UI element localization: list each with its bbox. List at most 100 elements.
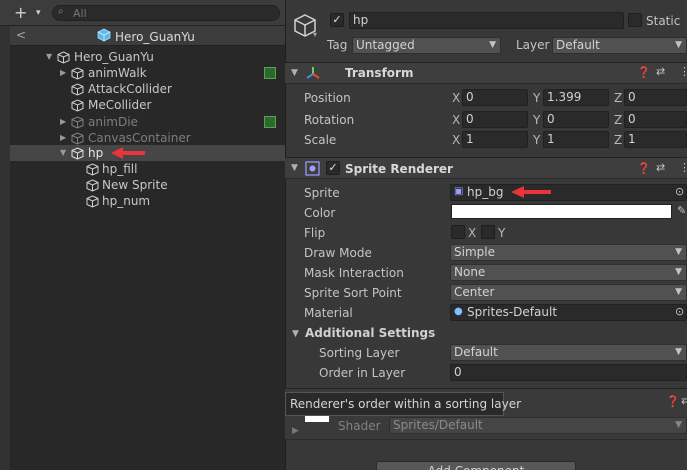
chevron-down-icon: ▼ — [675, 267, 682, 277]
sprite-sort-point-dropdown[interactable]: Center ▼ — [450, 284, 687, 301]
tag-dropdown[interactable]: Untagged ▼ — [352, 37, 501, 54]
position-y-field[interactable]: 1.399 — [543, 89, 609, 106]
color-swatch[interactable] — [451, 204, 672, 219]
eyedropper-icon[interactable]: ✎ — [677, 204, 686, 217]
tree-item-selected[interactable]: ▼ hp — [10, 145, 285, 161]
rotation-y-field[interactable]: 0 — [543, 111, 609, 128]
sprite-renderer-icon — [305, 161, 320, 176]
chevron-down-icon: ▼ — [489, 40, 496, 50]
search-input[interactable] — [73, 6, 273, 20]
add-component-button[interactable]: Add Component — [376, 461, 576, 470]
rotation-x-field[interactable]: 0 — [462, 111, 528, 128]
chevron-down-icon: ▼ — [675, 420, 682, 430]
context-menu-icon[interactable]: ⋮ — [679, 65, 687, 78]
rotation-z-field[interactable]: 0 — [624, 111, 687, 128]
order-in-layer-field[interactable]: 0 — [450, 364, 687, 381]
mask-interaction-label: Mask Interaction — [304, 266, 404, 280]
tree-item[interactable]: hp_fill — [10, 161, 285, 177]
scale-x-field[interactable]: 1 — [462, 131, 528, 148]
preset-icon[interactable]: ⇄ — [656, 161, 665, 174]
position-x-field[interactable]: 0 — [462, 89, 528, 106]
mask-interaction-dropdown[interactable]: None ▼ — [450, 264, 687, 281]
sorting-layer-dropdown[interactable]: Default ▼ — [450, 344, 687, 361]
annotation-arrow-icon — [511, 186, 551, 198]
layer-value: Default — [556, 38, 600, 52]
object-picker-icon[interactable]: ⊙ — [675, 305, 684, 318]
tree-item[interactable]: AttackCollider — [10, 81, 285, 97]
sprite-object-field[interactable]: hp_bg — [450, 184, 687, 201]
preset-icon[interactable]: ⇄ — [681, 394, 687, 407]
object-name-field[interactable]: hp — [349, 12, 624, 29]
collapse-arrow-icon[interactable]: ▶ — [60, 117, 66, 126]
gameobject-cube-icon — [86, 195, 99, 208]
create-button[interactable]: + ▾ — [14, 4, 46, 22]
tree-item[interactable]: New Sprite — [10, 177, 285, 193]
shader-dropdown[interactable]: Sprites/Default ▼ — [389, 417, 687, 434]
gameobject-cube-icon — [86, 179, 99, 192]
layer-label: Layer — [516, 38, 550, 52]
axis-z-label: Z — [614, 113, 623, 127]
tag-value: Untagged — [356, 38, 415, 52]
collapse-arrow-icon[interactable]: ▶ — [60, 68, 66, 77]
sprite-label: Sprite — [304, 186, 340, 200]
axis-x-label: X — [452, 133, 461, 147]
layer-dropdown[interactable]: Default ▼ — [552, 37, 687, 54]
additional-settings-label[interactable]: Additional Settings — [305, 326, 435, 340]
axis-y-label: Y — [533, 91, 541, 105]
tree-item[interactable]: ▶ CanvasContainer — [10, 130, 285, 146]
tree-item-label: hp_num — [102, 194, 151, 208]
shader-label: Shader — [338, 419, 381, 433]
draw-mode-dropdown[interactable]: Simple ▼ — [450, 244, 687, 261]
help-icon[interactable]: ❓ — [666, 395, 680, 408]
help-icon[interactable]: ❓ — [637, 66, 651, 79]
sprite-asset-icon: ▣ — [454, 186, 464, 197]
active-checkbox[interactable]: ✓ — [330, 13, 344, 27]
position-z-field[interactable]: 0 — [624, 89, 687, 106]
tooltip: Renderer's order within a sorting layer — [285, 392, 521, 416]
flip-x-checkbox[interactable] — [451, 225, 465, 239]
chevron-down-icon: ▼ — [675, 287, 682, 297]
scale-z-field[interactable]: 1 — [624, 131, 687, 148]
animator-icon — [264, 67, 276, 79]
tree-item[interactable]: hp_num — [10, 193, 285, 209]
axis-x-label: X — [452, 113, 461, 127]
flip-y-label: Y — [498, 226, 506, 240]
static-label: Static — [646, 14, 681, 28]
static-checkbox[interactable] — [628, 13, 642, 27]
help-icon[interactable]: ❓ — [637, 162, 651, 175]
back-chevron-icon[interactable]: < — [16, 28, 26, 42]
sprite-renderer-title: Sprite Renderer — [345, 162, 453, 176]
panel-edge-strip — [0, 0, 10, 470]
chevron-down-icon: ▾ — [36, 8, 41, 18]
material-object-field[interactable]: Sprites-Default — [450, 304, 687, 321]
sprite-renderer-enabled-checkbox[interactable]: ✓ — [326, 161, 340, 175]
sorting-layer-value: Default — [454, 345, 498, 359]
animator-icon — [264, 116, 276, 128]
flip-y-checkbox[interactable] — [481, 225, 495, 239]
context-menu-icon[interactable]: ⋮ — [679, 161, 687, 174]
color-label: Color — [304, 206, 336, 220]
tree-item[interactable]: ▼ Hero_GuanYu — [10, 49, 285, 65]
preset-icon[interactable]: ⇄ — [656, 65, 665, 78]
chevron-down-icon: ▼ — [675, 247, 682, 257]
tree-item[interactable]: ▶ animWalk — [10, 65, 285, 81]
chevron-down-icon[interactable]: ▾ — [313, 30, 317, 39]
expand-arrow-icon[interactable]: ▼ — [60, 148, 66, 157]
tree-item[interactable]: ▶ animDie — [10, 114, 285, 130]
chevron-down-icon: ▼ — [675, 347, 682, 357]
expand-arrow-icon[interactable]: ▼ — [46, 52, 52, 61]
scale-y-field[interactable]: 1 — [543, 131, 609, 148]
collapse-arrow-icon[interactable]: ▶ — [60, 133, 66, 142]
fold-arrow-icon[interactable]: ▼ — [292, 329, 299, 339]
object-picker-icon[interactable]: ⊙ — [675, 185, 684, 198]
draw-mode-label: Draw Mode — [304, 246, 372, 260]
fold-arrow-icon[interactable]: ▶ — [292, 426, 299, 436]
tree-item-label: MeCollider — [88, 98, 152, 112]
tree-item-label: animWalk — [88, 66, 147, 80]
gameobject-cube-icon — [71, 147, 84, 160]
material-label: Material — [304, 306, 353, 320]
tree-item[interactable]: MeCollider — [10, 97, 285, 113]
fold-arrow-icon[interactable]: ▼ — [291, 163, 298, 173]
fold-arrow-icon[interactable]: ▼ — [291, 68, 298, 78]
prefab-cube-icon — [97, 28, 111, 42]
